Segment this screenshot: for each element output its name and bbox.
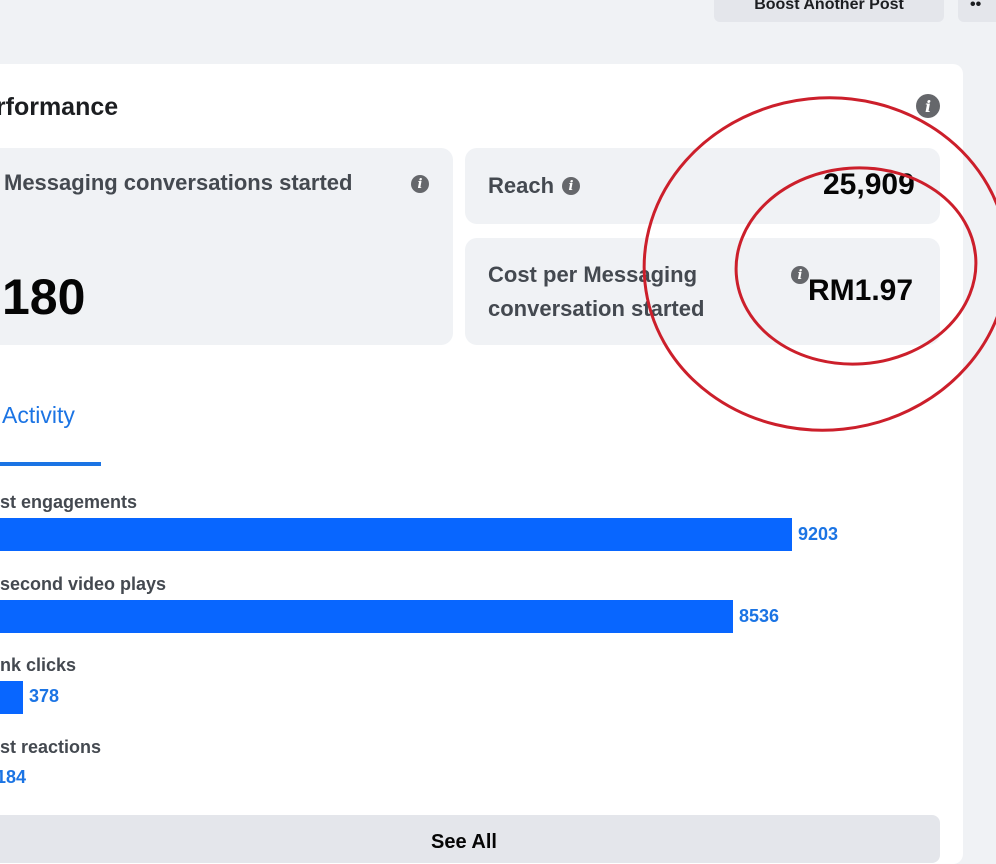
reach-value: 25,909 bbox=[823, 168, 915, 201]
see-all-button[interactable]: See All bbox=[0, 815, 940, 863]
info-icon[interactable]: i bbox=[411, 175, 429, 193]
messaging-label: Messaging conversations started bbox=[4, 170, 353, 195]
row-bar bbox=[0, 518, 792, 551]
more-button[interactable]: •• bbox=[958, 0, 996, 22]
boost-another-post-button[interactable]: Boost Another Post bbox=[714, 0, 944, 22]
cost-value: RM1.97 bbox=[808, 274, 914, 307]
row-bar bbox=[0, 600, 733, 633]
row-bar bbox=[0, 681, 23, 714]
performance-title: erformance bbox=[0, 93, 119, 121]
row-value: 378 bbox=[29, 686, 60, 706]
info-icon[interactable]: i bbox=[562, 177, 580, 195]
messaging-value: 180 bbox=[2, 269, 86, 325]
row-label: st engagements bbox=[0, 492, 138, 512]
reach-label: Reach bbox=[488, 173, 555, 198]
tab-activity[interactable]: Activity bbox=[2, 402, 75, 429]
row-value: 8536 bbox=[739, 606, 780, 626]
row-label: second video plays bbox=[0, 574, 167, 594]
row-label: st reactions bbox=[0, 737, 102, 757]
row-value: 184 bbox=[0, 767, 27, 787]
row-value: 9203 bbox=[798, 524, 839, 544]
cost-label-line1: Cost per Messaging bbox=[488, 262, 698, 287]
info-icon[interactable]: i bbox=[916, 94, 940, 118]
info-icon[interactable]: i bbox=[791, 266, 809, 284]
cost-label-line2: conversation started bbox=[488, 296, 705, 321]
tab-underline bbox=[0, 462, 101, 466]
row-label: nk clicks bbox=[0, 655, 77, 675]
